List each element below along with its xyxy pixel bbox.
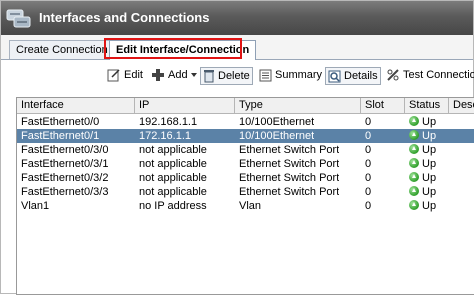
status-text: Up: [422, 130, 437, 142]
column-header-type[interactable]: Type: [235, 98, 361, 113]
tab-highlight-annotation: [104, 38, 242, 59]
column-header-slot[interactable]: Slot: [361, 98, 405, 113]
trash-icon: [204, 70, 214, 83]
status-text: Up: [422, 144, 437, 156]
chevron-down-icon: [190, 73, 197, 77]
table-row[interactable]: Vlan1 no IP address Vlan 0 Up: [17, 199, 474, 213]
cell-interface: FastEthernet0/3/1: [21, 158, 109, 170]
delete-button-label: Delete: [218, 70, 250, 82]
cell-slot: 0: [365, 172, 372, 184]
edit-button[interactable]: Edit: [107, 67, 143, 83]
cell-type: Ethernet Switch Port: [239, 158, 340, 170]
details-button-label: Details: [344, 70, 378, 82]
cell-interface: FastEthernet0/1: [21, 130, 100, 142]
cell-interface: FastEthernet0/3/0: [21, 144, 109, 156]
status-text: Up: [422, 186, 437, 198]
details-icon: [328, 70, 341, 82]
interfaces-table: Interface IP Type Slot Status Descriptio…: [16, 97, 474, 295]
cell-slot: 0: [365, 144, 372, 156]
status-up-icon: [409, 158, 419, 168]
status-up-icon: [409, 172, 419, 182]
cell-ip: no IP address: [139, 200, 207, 212]
cell-ip: not applicable: [139, 158, 207, 170]
cell-status: Up: [405, 143, 436, 157]
cell-status: Up: [405, 115, 436, 129]
table-row[interactable]: FastEthernet0/0 192.168.1.1 10/100Ethern…: [17, 115, 474, 129]
status-up-icon: [409, 130, 419, 140]
cell-type: 10/100Ethernet: [239, 130, 315, 142]
tab-create-connection[interactable]: Create Connection: [9, 40, 115, 59]
cell-status: Up: [405, 185, 436, 199]
cell-interface: Vlan1: [21, 200, 50, 212]
column-header-description[interactable]: Description: [449, 98, 474, 113]
summary-icon: [259, 69, 272, 81]
table-row[interactable]: FastEthernet0/3/3 not applicable Etherne…: [17, 185, 474, 199]
status-up-icon: [409, 144, 419, 154]
edit-icon: [107, 69, 120, 82]
column-header-status[interactable]: Status: [405, 98, 449, 113]
summary-button-label: Summary: [275, 69, 323, 81]
cell-interface: FastEthernet0/3/3: [21, 186, 109, 198]
cell-ip: not applicable: [139, 144, 207, 156]
details-button[interactable]: Details: [325, 67, 381, 85]
cell-type: Ethernet Switch Port: [239, 186, 340, 198]
cell-interface: FastEthernet0/3/2: [21, 172, 109, 184]
status-up-icon: [409, 186, 419, 196]
table-row-selected[interactable]: FastEthernet0/1 172.16.1.1 10/100Etherne…: [17, 129, 474, 143]
status-text: Up: [422, 172, 437, 184]
window-titlebar: Interfaces and Connections: [1, 1, 473, 35]
summary-button[interactable]: Summary: [259, 67, 322, 83]
cell-ip: not applicable: [139, 186, 207, 198]
cell-type: 10/100Ethernet: [239, 116, 315, 128]
cell-interface: FastEthernet0/0: [21, 116, 100, 128]
status-up-icon: [409, 200, 419, 210]
cell-ip: 172.16.1.1: [139, 130, 191, 142]
cell-type: Ethernet Switch Port: [239, 144, 340, 156]
cell-ip: not applicable: [139, 172, 207, 184]
cell-slot: 0: [365, 158, 372, 170]
table-row[interactable]: FastEthernet0/3/0 not applicable Etherne…: [17, 143, 474, 157]
add-dropdown-button[interactable]: Add: [151, 67, 197, 83]
status-text: Up: [422, 116, 437, 128]
add-icon: [152, 69, 164, 81]
cell-status: Up: [405, 129, 436, 143]
toolbar: Edit Add Delete Summary Details Test Con…: [1, 60, 474, 94]
status-text: Up: [422, 200, 437, 212]
test-connection-button-label: Test Connection: [403, 69, 474, 81]
interfaces-window: Interfaces and Connections Create Connec…: [0, 0, 474, 295]
column-header-interface[interactable]: Interface: [17, 98, 135, 113]
test-connection-icon: [387, 69, 399, 81]
table-row[interactable]: FastEthernet0/3/1 not applicable Etherne…: [17, 157, 474, 171]
cell-status: Up: [405, 171, 436, 185]
table-row[interactable]: FastEthernet0/3/2 not applicable Etherne…: [17, 171, 474, 185]
cell-type: Ethernet Switch Port: [239, 172, 340, 184]
column-header-ip[interactable]: IP: [135, 98, 235, 113]
cell-slot: 0: [365, 200, 372, 212]
window-title: Interfaces and Connections: [39, 10, 210, 25]
cell-ip: 192.168.1.1: [139, 116, 198, 128]
table-header: Interface IP Type Slot Status Descriptio…: [17, 98, 474, 114]
delete-button[interactable]: Delete: [200, 67, 253, 85]
edit-button-label: Edit: [124, 69, 143, 81]
status-text: Up: [422, 158, 437, 170]
cell-slot: 0: [365, 116, 372, 128]
router-interfaces-icon: [6, 9, 31, 28]
cell-type: Vlan: [239, 200, 262, 212]
cell-status: Up: [405, 199, 436, 213]
test-connection-button[interactable]: Test Connection: [386, 67, 474, 83]
cell-status: Up: [405, 157, 436, 171]
cell-slot: 0: [365, 186, 372, 198]
add-button-label: Add: [168, 69, 188, 81]
status-up-icon: [409, 116, 419, 126]
cell-slot: 0: [365, 130, 372, 142]
